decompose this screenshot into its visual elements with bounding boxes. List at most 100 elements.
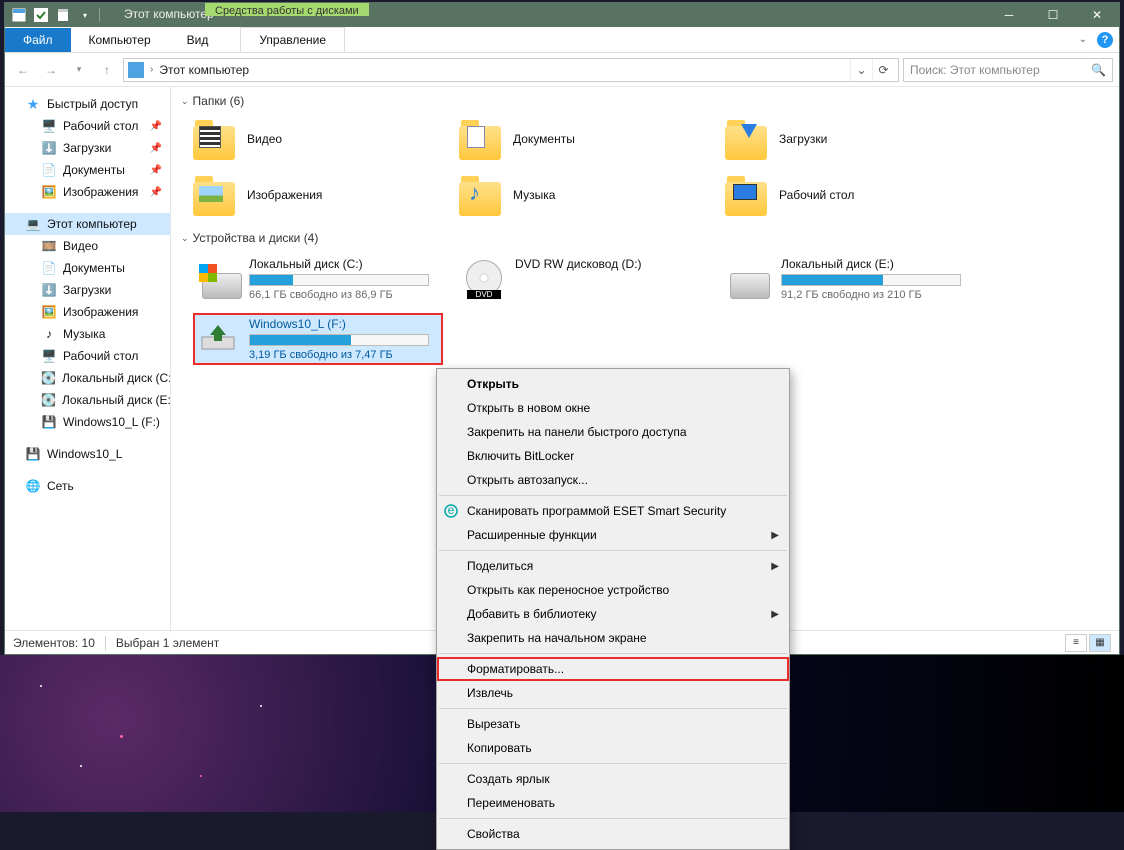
file-menu[interactable]: Файл (5, 28, 71, 52)
sidebar-item-drive-c[interactable]: 💽Локальный диск (C:) (5, 367, 170, 389)
nav-up-button[interactable]: ↑ (95, 58, 119, 82)
context-menu-item[interactable]: Открыть (437, 372, 789, 396)
nav-forward-button[interactable]: → (39, 58, 63, 82)
folder-label: Изображения (247, 188, 322, 202)
folder-pictures[interactable]: Изображения (193, 170, 443, 220)
ribbon-expand-icon[interactable]: ⌄ (1079, 34, 1087, 45)
sidebar-item-downloads[interactable]: ⬇️Загрузки (5, 279, 170, 301)
context-menu-item[interactable]: Закрепить на начальном экране (437, 626, 789, 650)
context-menu-label: Создать ярлык (467, 772, 550, 786)
drive-e[interactable]: Локальный диск (E:) 91,2 ГБ свободно из … (725, 253, 975, 305)
sidebar-item-w10l[interactable]: 💾Windows10_L (5, 443, 170, 465)
folder-downloads[interactable]: Загрузки (725, 114, 975, 164)
qat-new-doc-icon[interactable] (55, 7, 71, 23)
usb-icon: 💾 (41, 414, 57, 430)
sidebar-item-label: Видео (63, 239, 98, 253)
hdd-icon (730, 273, 770, 299)
context-menu-label: Добавить в библиотеку (467, 607, 597, 621)
folder-documents[interactable]: Документы (459, 114, 709, 164)
address-dropdown-icon[interactable]: ⌄ (850, 59, 872, 81)
context-menu-item[interactable]: Извлечь (437, 681, 789, 705)
context-menu-item[interactable]: Переименовать (437, 791, 789, 815)
nav-back-button[interactable]: ← (11, 58, 35, 82)
sidebar-item-pictures[interactable]: 🖼️Изображения (5, 301, 170, 323)
sidebar-item-pictures[interactable]: 🖼️Изображения📌 (5, 181, 170, 203)
help-button[interactable]: ? (1097, 32, 1113, 48)
drive-f-selected[interactable]: Windows10_L (F:) 3,19 ГБ свободно из 7,4… (193, 313, 443, 365)
context-menu-item[interactable]: Поделиться▶ (437, 554, 789, 578)
minimize-button[interactable]: ─ (987, 3, 1031, 27)
quick-access-node[interactable]: ★ Быстрый доступ (5, 93, 170, 115)
context-menu-item[interactable]: Открыть как переносное устройство (437, 578, 789, 602)
group-header-devices[interactable]: ⌄Устройства и диски (4) (177, 228, 1109, 251)
breadcrumb-arrow-icon: › (150, 64, 153, 75)
tab-computer[interactable]: Компьютер (71, 28, 169, 52)
context-menu-item[interactable]: Включить BitLocker (437, 444, 789, 468)
sidebar-item-documents[interactable]: 📄Документы📌 (5, 159, 170, 181)
qat-properties-icon[interactable] (11, 7, 27, 23)
context-menu-separator (439, 653, 787, 654)
sidebar-item-drive-e[interactable]: 💽Локальный диск (E:) (5, 389, 170, 411)
context-menu-item[interactable]: Открыть автозапуск... (437, 468, 789, 492)
nav-history-dropdown[interactable]: ▾ (67, 58, 91, 82)
tab-view[interactable]: Вид (169, 28, 227, 52)
group-header-folders[interactable]: ⌄Папки (6) (177, 91, 1109, 114)
context-menu-label: Открыть (467, 377, 519, 391)
network-icon: 🌐 (25, 478, 41, 494)
drive-c[interactable]: Локальный диск (C:) 66,1 ГБ свободно из … (193, 253, 443, 305)
tab-manage[interactable]: Управление (240, 27, 345, 52)
context-menu-item[interactable]: Открыть в новом окне (437, 396, 789, 420)
downloads-icon: ⬇️ (41, 140, 57, 156)
context-menu-item[interactable]: Вырезать (437, 712, 789, 736)
context-menu-item[interactable]: Свойства (437, 822, 789, 846)
qat-tick-icon[interactable] (33, 7, 49, 23)
context-menu-label: Включить BitLocker (467, 449, 574, 463)
sidebar-item-desktop[interactable]: 🖥️Рабочий стол📌 (5, 115, 170, 137)
this-pc-node[interactable]: 💻 Этот компьютер (5, 213, 170, 235)
qat-dropdown-icon[interactable]: ▾ (77, 7, 93, 23)
context-menu-separator (439, 818, 787, 819)
context-menu-item[interactable]: Расширенные функции▶ (437, 523, 789, 547)
context-menu-item[interactable]: Закрепить на панели быстрого доступа (437, 420, 789, 444)
context-menu-item[interactable]: eСканировать программой ESET Smart Secur… (437, 499, 789, 523)
drive-free-label: 91,2 ГБ свободно из 210 ГБ (781, 289, 961, 301)
folder-desktop[interactable]: Рабочий стол (725, 170, 975, 220)
sidebar-item-videos[interactable]: 🎞️ Видео (5, 235, 170, 257)
breadcrumb[interactable]: Этот компьютер (159, 63, 249, 77)
address-bar[interactable]: › Этот компьютер ⌄ ⟳ (123, 58, 899, 82)
view-tiles-button[interactable]: ▦ (1089, 634, 1111, 652)
dvd-icon (466, 260, 502, 296)
context-menu-item[interactable]: Копировать (437, 736, 789, 760)
context-menu-label: Расширенные функции (467, 528, 597, 542)
search-icon: 🔍 (1091, 63, 1106, 77)
sidebar-item-drive-f[interactable]: 💾Windows10_L (F:) (5, 411, 170, 433)
status-selection: Выбран 1 элемент (116, 636, 219, 650)
context-menu-item[interactable]: Добавить в библиотеку▶ (437, 602, 789, 626)
pc-icon: 💻 (25, 216, 41, 232)
submenu-arrow-icon: ▶ (771, 561, 779, 572)
folder-music[interactable]: ♪Музыка (459, 170, 709, 220)
context-menu-item[interactable]: Форматировать... (437, 657, 789, 681)
close-button[interactable]: ✕ (1075, 3, 1119, 27)
maximize-button[interactable]: ☐ (1031, 3, 1075, 27)
folder-label: Видео (247, 132, 282, 146)
sidebar-item-music[interactable]: ♪Музыка (5, 323, 170, 345)
drive-free-label: 3,19 ГБ свободно из 7,47 ГБ (249, 349, 429, 361)
folder-videos[interactable]: Видео (193, 114, 443, 164)
search-box[interactable]: Поиск: Этот компьютер 🔍 (903, 58, 1113, 82)
sidebar-item-desktop[interactable]: 🖥️Рабочий стол (5, 345, 170, 367)
drive-d[interactable]: DVD RW дисковод (D:) (459, 253, 709, 305)
context-menu-separator (439, 763, 787, 764)
pictures-icon: 🖼️ (41, 184, 57, 200)
videos-icon: 🎞️ (41, 238, 57, 254)
this-pc-label: Этот компьютер (47, 217, 137, 231)
context-menu-item[interactable]: Создать ярлык (437, 767, 789, 791)
drive-free-label: 66,1 ГБ свободно из 86,9 ГБ (249, 289, 429, 301)
sidebar-item-documents[interactable]: 📄Документы (5, 257, 170, 279)
drive-label: Локальный диск (E:) (781, 257, 961, 271)
view-details-button[interactable]: ≡ (1065, 634, 1087, 652)
network-node[interactable]: 🌐Сеть (5, 475, 170, 497)
refresh-button[interactable]: ⟳ (872, 59, 894, 81)
address-bar-row: ← → ▾ ↑ › Этот компьютер ⌄ ⟳ Поиск: Этот… (5, 53, 1119, 87)
sidebar-item-downloads[interactable]: ⬇️Загрузки📌 (5, 137, 170, 159)
